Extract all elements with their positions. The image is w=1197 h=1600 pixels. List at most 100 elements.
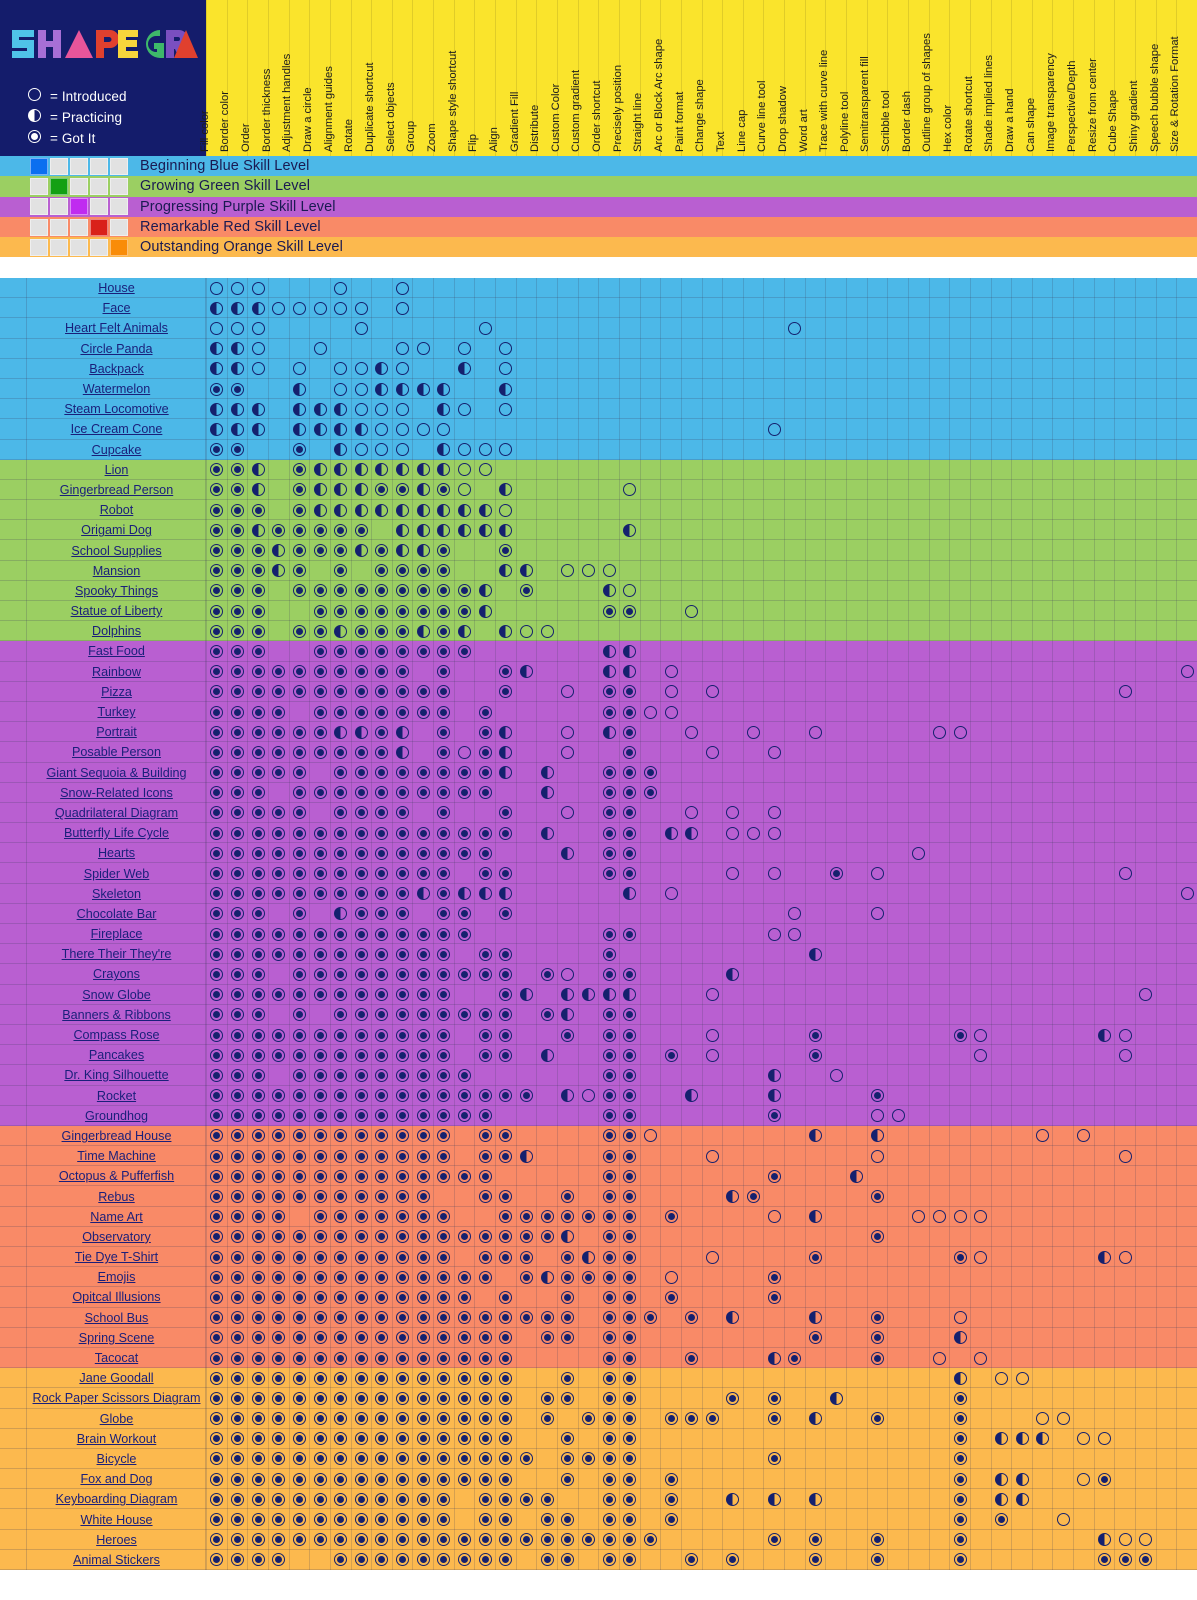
grid-cell[interactable] bbox=[949, 984, 970, 1005]
grid-cell[interactable] bbox=[371, 1368, 392, 1389]
grid-cell[interactable] bbox=[556, 924, 578, 945]
grid-cell[interactable] bbox=[1011, 338, 1032, 359]
grid-cell[interactable] bbox=[1176, 1247, 1197, 1268]
grid-cell[interactable] bbox=[267, 1469, 289, 1490]
grid-cell[interactable] bbox=[267, 782, 289, 803]
grid-cell[interactable] bbox=[288, 1206, 310, 1227]
grid-cell[interactable] bbox=[990, 883, 1012, 904]
grid-cell[interactable] bbox=[1011, 318, 1032, 339]
grid-cell[interactable] bbox=[907, 1166, 929, 1187]
grid-cell[interactable] bbox=[804, 621, 826, 642]
grid-cell[interactable] bbox=[701, 358, 723, 379]
grid-cell[interactable] bbox=[1031, 1448, 1053, 1470]
grid-cell[interactable] bbox=[309, 964, 330, 985]
grid-cell[interactable] bbox=[226, 1368, 248, 1389]
grid-cell[interactable] bbox=[288, 358, 310, 379]
grid-cell[interactable] bbox=[412, 1125, 433, 1147]
grid-cell[interactable] bbox=[639, 1388, 661, 1409]
grid-cell[interactable] bbox=[825, 701, 846, 723]
grid-cell[interactable] bbox=[618, 1428, 640, 1449]
grid-cell[interactable] bbox=[206, 1489, 227, 1510]
grid-cell[interactable] bbox=[1114, 964, 1135, 985]
grid-cell[interactable] bbox=[907, 459, 929, 480]
grid-cell[interactable] bbox=[949, 883, 970, 904]
grid-cell[interactable] bbox=[556, 419, 578, 440]
grid-cell[interactable] bbox=[371, 1085, 392, 1106]
grid-cell[interactable] bbox=[495, 1004, 516, 1025]
grid-cell[interactable] bbox=[722, 1146, 743, 1167]
grid-cell[interactable] bbox=[598, 1226, 619, 1247]
grid-cell[interactable] bbox=[639, 1489, 661, 1510]
grid-cell[interactable] bbox=[969, 843, 991, 864]
grid-cell[interactable] bbox=[722, 924, 743, 945]
grid-cell[interactable] bbox=[1011, 601, 1032, 622]
grid-cell[interactable] bbox=[288, 1247, 310, 1268]
grid-cell[interactable] bbox=[1073, 1105, 1094, 1126]
grid-cell[interactable] bbox=[350, 479, 372, 501]
grid-cell[interactable] bbox=[309, 1125, 330, 1147]
grid-cell[interactable] bbox=[969, 1529, 991, 1550]
grid-cell[interactable] bbox=[969, 278, 991, 299]
grid-cell[interactable] bbox=[866, 419, 888, 440]
grid-cell[interactable] bbox=[515, 1489, 537, 1510]
shapegram-link[interactable]: Name Art bbox=[90, 1210, 143, 1224]
grid-cell[interactable] bbox=[1073, 601, 1094, 622]
grid-cell[interactable] bbox=[350, 358, 372, 379]
grid-cell[interactable] bbox=[928, 944, 950, 965]
grid-cell[interactable] bbox=[1011, 903, 1032, 924]
grid-cell[interactable] bbox=[722, 1267, 743, 1288]
grid-cell[interactable] bbox=[660, 580, 681, 601]
grid-cell[interactable] bbox=[804, 883, 826, 904]
grid-cell[interactable] bbox=[969, 863, 991, 884]
grid-cell[interactable] bbox=[1031, 1045, 1053, 1066]
grid-cell[interactable] bbox=[949, 459, 970, 480]
grid-cell[interactable] bbox=[495, 1489, 516, 1510]
grid-cell[interactable] bbox=[949, 1226, 970, 1247]
grid-cell[interactable] bbox=[226, 782, 248, 803]
grid-cell[interactable] bbox=[949, 1549, 970, 1570]
grid-cell[interactable] bbox=[1135, 298, 1156, 319]
grid-cell[interactable] bbox=[660, 1307, 681, 1328]
grid-cell[interactable] bbox=[928, 1065, 950, 1086]
grid-cell[interactable] bbox=[866, 358, 888, 379]
grid-cell[interactable] bbox=[1135, 1267, 1156, 1288]
grid-cell[interactable] bbox=[1052, 1287, 1073, 1308]
grid-cell[interactable] bbox=[226, 1489, 248, 1510]
grid-cell[interactable] bbox=[1155, 823, 1177, 844]
grid-cell[interactable] bbox=[928, 1045, 950, 1066]
grid-cell[interactable] bbox=[887, 863, 908, 884]
shapegram-link[interactable]: Compass Rose bbox=[73, 1028, 159, 1042]
grid-cell[interactable] bbox=[433, 802, 454, 824]
grid-cell[interactable] bbox=[1176, 479, 1197, 501]
grid-cell[interactable] bbox=[928, 1125, 950, 1147]
grid-cell[interactable] bbox=[1073, 318, 1094, 339]
grid-cell[interactable] bbox=[412, 1489, 433, 1510]
grid-cell[interactable] bbox=[722, 641, 743, 662]
grid-cell[interactable] bbox=[556, 1226, 578, 1247]
grid-cell[interactable] bbox=[1011, 378, 1032, 400]
grid-cell[interactable] bbox=[825, 1125, 846, 1147]
grid-cell[interactable] bbox=[474, 722, 495, 743]
grid-cell[interactable] bbox=[763, 1045, 784, 1066]
grid-cell[interactable] bbox=[722, 1469, 743, 1490]
grid-cell[interactable] bbox=[949, 843, 970, 864]
grid-cell[interactable] bbox=[329, 823, 351, 844]
grid-cell[interactable] bbox=[474, 823, 495, 844]
grid-cell[interactable] bbox=[1155, 1428, 1177, 1449]
grid-cell[interactable] bbox=[556, 1024, 578, 1046]
grid-cell[interactable] bbox=[990, 903, 1012, 924]
grid-cell[interactable] bbox=[1176, 1509, 1197, 1530]
grid-cell[interactable] bbox=[391, 399, 413, 420]
grid-cell[interactable] bbox=[846, 500, 867, 521]
grid-cell[interactable] bbox=[515, 1307, 537, 1328]
grid-cell[interactable] bbox=[1031, 1368, 1053, 1389]
grid-cell[interactable] bbox=[556, 1287, 578, 1308]
grid-cell[interactable] bbox=[247, 1347, 268, 1369]
grid-cell[interactable] bbox=[969, 1408, 991, 1429]
grid-cell[interactable] bbox=[969, 1287, 991, 1308]
grid-cell[interactable] bbox=[907, 1247, 929, 1268]
grid-cell[interactable] bbox=[907, 1065, 929, 1086]
grid-cell[interactable] bbox=[556, 681, 578, 702]
grid-cell[interactable] bbox=[267, 722, 289, 743]
grid-cell[interactable] bbox=[804, 1368, 826, 1389]
